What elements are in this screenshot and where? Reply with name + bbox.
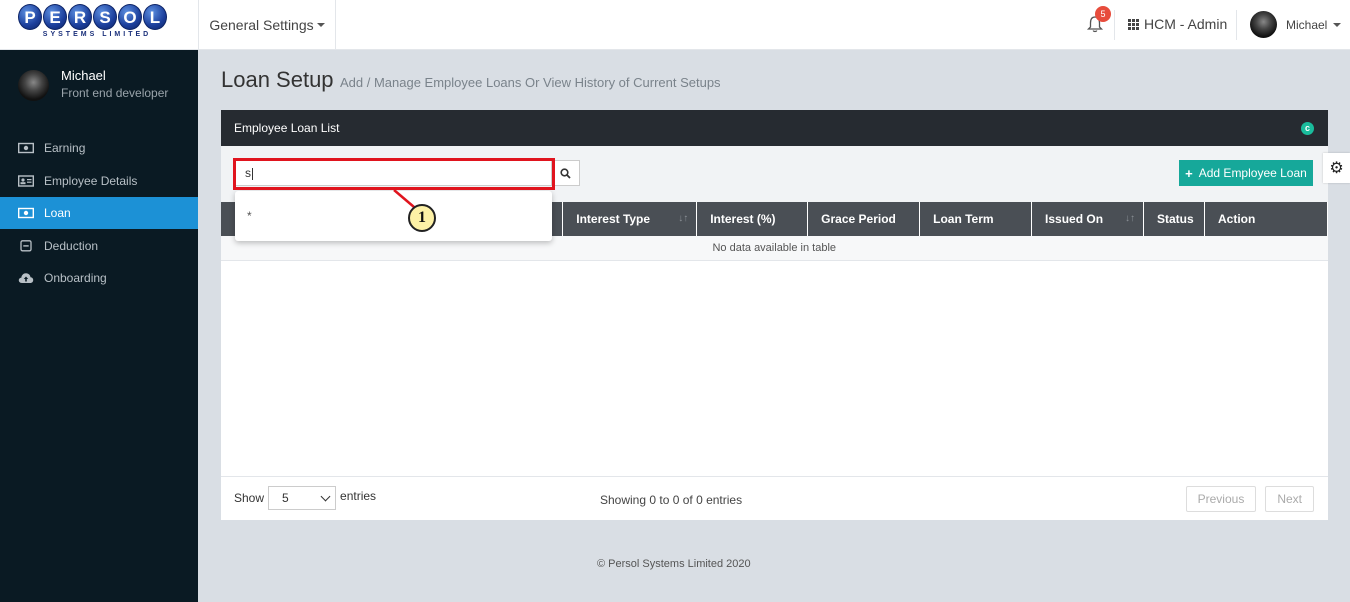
logo-letter: O	[118, 4, 142, 30]
general-settings-menu[interactable]: General Settings	[198, 0, 336, 50]
persol-logo[interactable]: PERSOL SYSTEMS LIMITED	[18, 4, 178, 44]
search-suggestions: *	[235, 191, 552, 241]
cloud-upload-icon	[18, 272, 34, 284]
column-header[interactable]: Status	[1143, 202, 1205, 236]
column-header-label: Interest (%)	[710, 212, 776, 226]
divider	[1236, 10, 1237, 40]
caret-down-icon	[316, 23, 325, 27]
sort-icon: ↓↑	[678, 213, 689, 224]
column-header[interactable]: Action	[1204, 202, 1329, 236]
column-header-label: Loan Term	[933, 212, 994, 226]
logo-letter: E	[43, 4, 67, 30]
panel-title: Employee Loan List	[234, 121, 340, 135]
sidebar-user-name: Michael	[61, 68, 106, 83]
column-header-label: Grace Period	[821, 212, 896, 226]
sidebar-item-deduction[interactable]: Deduction	[0, 230, 198, 262]
show-label: Show	[234, 491, 265, 505]
logo-letter: L	[143, 4, 167, 30]
search-icon	[560, 167, 571, 179]
money-icon	[18, 207, 34, 219]
table-info: Showing 0 to 0 of 0 entries	[600, 493, 743, 507]
entries-select-value: 5	[282, 491, 289, 505]
hcm-admin-menu[interactable]: HCM - Admin	[1128, 16, 1227, 32]
sort-icon: ↓↑	[1125, 213, 1135, 224]
column-header-label: Interest Type	[576, 212, 651, 226]
user-menu-name: Michael	[1286, 17, 1328, 32]
column-header-label: Issued On	[1045, 212, 1104, 226]
sidebar-item-label: Onboarding	[44, 271, 107, 285]
annotation-callout: 1	[408, 204, 436, 232]
add-employee-loan-button[interactable]: + Add Employee Loan	[1179, 160, 1313, 186]
annotation-highlight	[233, 158, 555, 190]
add-employee-loan-label: Add Employee Loan	[1198, 166, 1307, 180]
entries-label: entries	[340, 489, 377, 503]
column-header[interactable]: Issued On ↓↑	[1031, 202, 1144, 236]
sidebar-item-label: Earning	[44, 141, 86, 155]
sidebar: Michael Front end developer Earning Emplo…	[0, 50, 198, 602]
user-menu[interactable]: Michael	[1250, 11, 1342, 38]
general-settings-label: General Settings	[209, 17, 314, 33]
avatar	[18, 70, 49, 101]
column-header[interactable]: Loan Term	[919, 202, 1033, 236]
grid-icon	[1128, 18, 1139, 30]
page-length-control: Show 5 entries	[234, 486, 376, 510]
money-icon	[18, 142, 34, 154]
hcm-admin-label: HCM - Admin	[1144, 16, 1228, 32]
sidebar-profile: Michael Front end developer	[18, 68, 168, 101]
column-header[interactable]: Interest (%)	[696, 202, 809, 236]
entries-select[interactable]: 5	[268, 486, 337, 510]
column-header[interactable]: Grace Period	[807, 202, 921, 236]
logo-letter: S	[93, 4, 117, 30]
plus-icon: +	[1185, 165, 1193, 181]
top-bar: PERSOL SYSTEMS LIMITED General Settings …	[0, 0, 1350, 50]
logo-letter: P	[18, 4, 42, 30]
column-header-label: Action	[1217, 212, 1256, 226]
settings-gear-icon[interactable]: ⚙	[1323, 153, 1350, 183]
panel-header: Employee Loan List c	[221, 110, 1328, 146]
sidebar-item-label: Employee Details	[44, 173, 138, 188]
sidebar-item-loan[interactable]: Loan	[0, 197, 198, 229]
sidebar-nav: Earning Employee Details Loan Deduction Onbo…	[0, 132, 198, 295]
sidebar-item-employee-details[interactable]: Employee Details	[0, 165, 198, 197]
sidebar-user-role: Front end developer	[61, 86, 169, 100]
sidebar-item-label: Deduction	[44, 238, 99, 253]
refresh-icon[interactable]: c	[1301, 122, 1314, 135]
column-header[interactable]: Interest Type ↓↑	[562, 202, 698, 236]
divider	[1114, 10, 1115, 40]
table-footer: Show 5 entries Showing 0 to 0 of 0 entri…	[221, 476, 1328, 520]
caret-down-icon	[1333, 22, 1342, 27]
sidebar-item-onboarding[interactable]: Onboarding	[0, 262, 198, 294]
logo-letter: R	[68, 4, 92, 30]
previous-button[interactable]: Previous	[1185, 486, 1257, 512]
chevron-down-icon	[320, 491, 331, 501]
next-button[interactable]: Next	[1265, 486, 1314, 512]
id-card-icon	[18, 174, 34, 187]
copyright: © Persol Systems Limited 2020	[597, 558, 751, 570]
page-title: Loan Setup	[221, 67, 334, 92]
minus-square-icon	[18, 239, 34, 252]
page-subtitle: Add / Manage Employee Loans Or View Hist…	[340, 75, 721, 90]
search-button[interactable]	[552, 160, 580, 186]
suggestion-item[interactable]: *	[247, 209, 540, 223]
sidebar-item-label: Loan	[44, 206, 71, 220]
logo-letters: PERSOL	[18, 4, 178, 30]
pagination: Previous Next	[1185, 486, 1314, 512]
sidebar-item-earning[interactable]: Earning	[0, 132, 198, 164]
logo-subtitle: SYSTEMS LIMITED	[42, 31, 152, 38]
column-header-label: Status	[1157, 212, 1194, 226]
notification-badge: 5	[1095, 6, 1111, 22]
avatar	[1250, 11, 1277, 38]
